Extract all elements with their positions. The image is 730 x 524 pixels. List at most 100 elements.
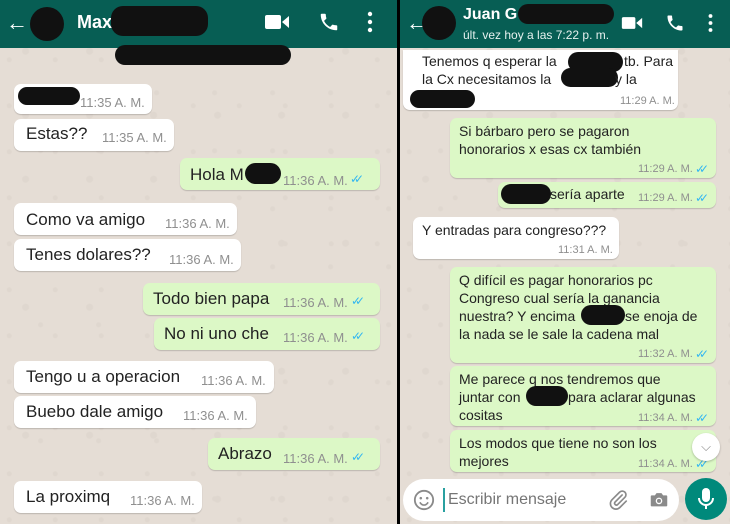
message-line: tb. Para [624,53,674,69]
more-options-icon[interactable] [707,13,714,33]
incoming-message[interactable]: Y entradas para congreso??? 11:31 A. M. [413,217,619,259]
scroll-down-icon[interactable]: ⌵ [692,433,720,461]
message-text: Como va amigo [26,210,146,229]
outgoing-message[interactable]: Todo bien papa 11:36 A. M. ✓✓ [143,283,380,315]
message-line: se enoja de [625,308,698,324]
message-line: Tenemos q esperar la [422,53,557,69]
back-arrow-icon[interactable]: ← [6,9,28,37]
message-text: Tenes dolares?? [26,245,151,264]
outgoing-message[interactable]: Los modos que tiene no son los mejores 1… [450,430,716,472]
message-line: Si bárbaro pero se pagaron [459,123,630,139]
read-ticks-icon: ✓✓ [351,450,365,464]
left-chat-panel: ← Max 11:35 A. M. Estas?? 11:35 A. M. Ho… [0,0,397,524]
message-line: para aclarar algunas [568,389,696,405]
read-ticks-icon: ✓✓ [695,347,709,361]
message-input-bar [403,479,679,521]
message-line: la nada se le sale la cadena mal [459,326,660,342]
message-line: mejores [459,453,509,469]
message-time: 11:36 A. M. [283,173,348,188]
outgoing-message[interactable]: sería aparte 11:29 A. M. ✓✓ [498,182,716,208]
read-ticks-icon: ✓✓ [695,411,709,425]
message-time: 11:35 A. M. [80,95,145,110]
message-input[interactable] [443,488,603,512]
read-ticks-icon: ✓✓ [695,191,709,205]
incoming-message[interactable]: Tenes dolares?? 11:36 A. M. [14,239,241,271]
redacted-block [111,6,208,36]
video-call-icon[interactable] [621,15,643,31]
read-ticks-icon: ✓✓ [350,172,364,186]
redacted-block [115,45,291,65]
message-line: honorarios x esas cx también [459,141,642,157]
redacted-block [501,184,551,204]
incoming-message[interactable]: La proximq 11:36 A. M. [14,481,202,513]
message-text: La proximq [26,487,111,506]
message-time: 11:36 A. M. [283,330,348,345]
outgoing-message[interactable]: Q difícil es pagar honorarios pc Congres… [450,267,716,363]
message-time: 11:29 A. M. [638,192,693,204]
message-time: 11:36 A. M. [130,493,195,508]
chat-header: ← Juan G últ. vez hoy a las 7:22 p. m. [400,0,730,48]
message-time: 11:34 A. M. [638,458,693,470]
outgoing-message[interactable]: Si bárbaro pero se pagaron honorarios x … [450,118,716,178]
read-ticks-icon: ✓✓ [351,294,365,308]
message-text: Estas?? [26,124,88,143]
video-call-icon[interactable] [264,13,290,31]
contact-avatar[interactable] [422,6,456,40]
message-time: 11:36 A. M. [283,295,348,310]
emoji-icon[interactable] [413,489,435,511]
message-text: No ni uno che [164,324,269,343]
message-line: y la [615,71,637,87]
message-time: 11:29 A. M. [638,163,693,175]
mic-icon [698,488,714,509]
phone-icon[interactable] [318,11,340,33]
attach-icon[interactable] [607,489,629,511]
incoming-message[interactable]: Buebo dale amigo 11:36 A. M. [14,396,256,428]
read-ticks-icon: ✓✓ [695,162,709,176]
camera-icon[interactable] [648,489,670,511]
incoming-message[interactable]: Como va amigo 11:36 A. M. [14,203,237,235]
contact-name[interactable]: Max [77,12,112,33]
redacted-block [410,90,475,108]
incoming-message[interactable]: Estas?? 11:35 A. M. [14,119,174,151]
chat-header: ← Max [0,0,397,48]
contact-avatar[interactable] [30,7,64,41]
last-seen-status: últ. vez hoy a las 7:22 p. m. [463,28,610,42]
contact-name[interactable]: Juan G [463,6,517,24]
redacted-block [561,68,618,87]
message-line: sería aparte [550,186,625,202]
message-line: juntar con [459,389,521,405]
message-line: Congreso cual sería la ganancia [459,290,660,306]
incoming-message[interactable]: Tengo u a operacion 11:36 A. M. [14,361,274,393]
message-text: Abrazo [218,444,272,463]
message-line: Y entradas para congreso??? [422,222,607,238]
message-line: Q difícil es pagar honorarios pc [459,272,653,288]
phone-icon[interactable] [665,13,685,33]
message-line: la Cx necesitamos la [422,71,552,87]
read-ticks-icon: ✓✓ [351,329,365,343]
more-options-icon[interactable] [366,11,374,33]
message-text: Buebo dale amigo [26,402,164,421]
message-text: Todo bien papa [153,289,270,308]
message-time: 11:36 A. M. [165,216,230,231]
message-line: Los modos que tiene no son los [459,435,657,451]
message-time: 11:36 A. M. [169,252,234,267]
message-line: cositas [459,407,503,423]
outgoing-message[interactable]: Abrazo 11:36 A. M. ✓✓ [208,438,380,470]
message-text: Hola M [190,165,244,184]
mic-button[interactable] [685,478,727,520]
outgoing-message[interactable]: Me parece q nos tendremos que juntar con… [450,366,716,426]
message-time: 11:29 A. M. [620,95,675,107]
outgoing-message[interactable]: Hola M 11:36 A. M. ✓✓ [180,158,380,190]
message-text: Tengo u a operacion [26,367,181,386]
message-time: 11:34 A. M. [638,412,693,424]
incoming-message[interactable]: 11:35 A. M. [14,84,152,114]
message-line: nuestra? Y encima [459,308,576,324]
outgoing-message[interactable]: No ni uno che 11:36 A. M. ✓✓ [154,318,380,350]
message-time: 11:35 A. M. [102,130,167,145]
message-time: 11:36 A. M. [283,451,348,466]
message-time: 11:32 A. M. [638,348,693,360]
redacted-block [518,4,614,24]
message-time: 11:36 A. M. [201,373,266,388]
redacted-block [18,87,80,105]
incoming-message[interactable]: Tenemos q esperar la tb. Para la Cx nece… [403,50,678,110]
